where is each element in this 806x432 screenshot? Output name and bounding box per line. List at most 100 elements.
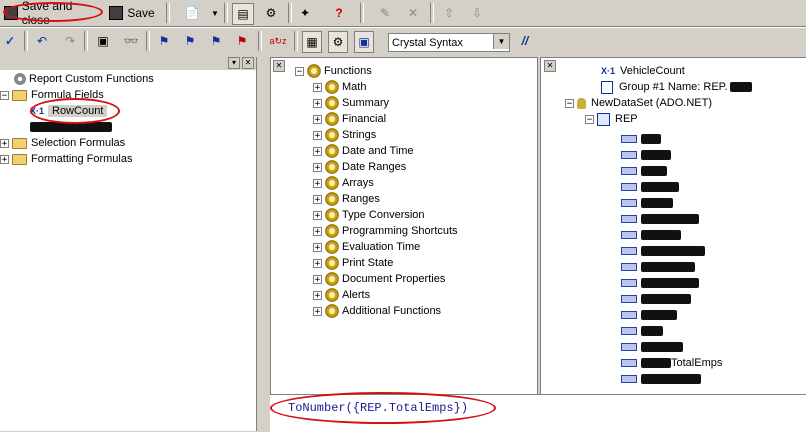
expand-icon[interactable]: + — [0, 138, 9, 148]
bookmark-next-icon[interactable]: ⚑ — [182, 31, 198, 51]
browse-data-icon[interactable]: ▣ — [94, 31, 112, 51]
tree-item-function-category[interactable]: + Date and Time — [313, 143, 414, 159]
tree-item-dataset[interactable]: − NewDataSet (ADO.NET) — [565, 95, 712, 111]
gear-icon — [325, 240, 339, 254]
expand-icon[interactable]: + — [313, 130, 322, 140]
expand-icon[interactable]: + — [313, 274, 322, 284]
save-and-close-button[interactable]: Save and close — [4, 0, 102, 27]
tree-item-function-category[interactable]: + Summary — [313, 95, 389, 111]
properties-icon[interactable]: ⚙ — [262, 3, 280, 23]
move-up-icon[interactable]: ⇧ — [440, 3, 458, 23]
tree-item-field[interactable] — [621, 291, 691, 307]
expand-icon[interactable]: + — [313, 290, 322, 300]
tree-item-formula-fields[interactable]: − Formula Fields — [0, 87, 104, 103]
tree-item-redacted[interactable] — [30, 119, 112, 135]
toolbar-separator — [294, 31, 298, 51]
expand-icon[interactable]: + — [313, 114, 322, 124]
panel-close-icon[interactable]: ✕ — [544, 60, 556, 72]
tree-item-functions-root[interactable]: − Functions — [295, 63, 372, 79]
tree-item-function-category[interactable]: + Alerts — [313, 287, 370, 303]
vertical-splitter[interactable] — [256, 57, 271, 431]
tree-item-field[interactable]: TotalEmps — [621, 355, 722, 371]
tree-item-group-name[interactable]: Group #1 Name: REP. — [601, 79, 752, 95]
tree-item-formatting-formulas[interactable]: + Formatting Formulas — [0, 151, 132, 167]
find-binoculars-icon[interactable]: 👓 — [122, 31, 140, 51]
bookmark-toggle-icon[interactable]: ⚑ — [156, 31, 172, 51]
operator-tree-icon[interactable]: ▣ — [354, 31, 374, 53]
comment-icon[interactable]: // — [516, 31, 534, 51]
collapse-icon[interactable]: − — [0, 90, 9, 100]
tree-item-selection-formulas[interactable]: + Selection Formulas — [0, 135, 125, 151]
expand-icon[interactable]: + — [313, 82, 322, 92]
expand-icon[interactable]: + — [313, 258, 322, 268]
expand-icon[interactable]: + — [313, 226, 322, 236]
save-button[interactable]: Save — [108, 3, 156, 23]
panel-close-icon[interactable]: ✕ — [273, 60, 285, 72]
collapse-icon[interactable]: − — [295, 66, 304, 76]
tree-item-function-category[interactable]: + Strings — [313, 127, 376, 143]
expand-icon[interactable]: + — [313, 306, 322, 316]
dropdown-arrow-icon[interactable]: ▼ — [210, 3, 220, 23]
tree-item-field[interactable] — [621, 195, 673, 211]
sort-az-icon[interactable]: a↻z — [268, 31, 288, 51]
tree-item-function-category[interactable]: + Financial — [313, 111, 386, 127]
expand-icon[interactable]: + — [313, 194, 322, 204]
tree-item-rowcount[interactable]: X·1 RowCount — [30, 103, 108, 119]
expand-icon[interactable]: + — [313, 146, 322, 156]
tree-item-function-category[interactable]: + Type Conversion — [313, 207, 425, 223]
chevron-down-icon[interactable]: ▼ — [493, 34, 509, 49]
tree-item-field[interactable] — [621, 275, 699, 291]
tree-item-function-category[interactable]: + Programming Shortcuts — [313, 223, 458, 239]
tree-item-field[interactable] — [621, 323, 663, 339]
check-formula-icon[interactable]: ✓ — [2, 31, 18, 51]
bookmark-prev-icon[interactable]: ⚑ — [208, 31, 224, 51]
expand-icon[interactable]: + — [0, 154, 9, 164]
tree-item-field[interactable] — [621, 131, 661, 147]
expand-icon[interactable]: + — [313, 210, 322, 220]
tree-item-field[interactable] — [621, 227, 681, 243]
tree-item-field[interactable] — [621, 307, 677, 323]
tree-item-vehiclecount[interactable]: X·1 VehicleCount — [601, 63, 685, 79]
collapse-icon[interactable]: − — [565, 98, 574, 108]
tree-item-field[interactable] — [621, 371, 701, 387]
help-icon[interactable]: ? — [330, 3, 348, 23]
tree-item-field[interactable] — [621, 211, 699, 227]
tree-item-function-category[interactable]: + Date Ranges — [313, 159, 406, 175]
move-down-icon[interactable]: ⇩ — [468, 3, 486, 23]
tree-item-function-category[interactable]: + Document Properties — [313, 271, 445, 287]
tree-item-function-category[interactable]: + Math — [313, 79, 366, 95]
new-document-icon[interactable]: 📄 — [184, 3, 200, 23]
tree-item-field[interactable] — [621, 339, 683, 355]
redo-icon[interactable]: ↷ — [62, 31, 78, 51]
tree-item-field[interactable] — [621, 259, 695, 275]
tree-item-field[interactable] — [621, 163, 667, 179]
delete-icon[interactable]: ✕ — [404, 3, 422, 23]
expand-icon[interactable]: + — [313, 242, 322, 252]
tree-item-field[interactable] — [621, 179, 679, 195]
rename-icon[interactable]: ✎ — [376, 3, 394, 23]
tree-item-field[interactable] — [621, 243, 705, 259]
function-tree-icon[interactable]: ⚙ — [328, 31, 348, 53]
panel-menu-icon[interactable]: ▾ — [228, 57, 240, 69]
expert-wand-icon[interactable]: ✦ — [296, 3, 314, 23]
panel-close-icon[interactable]: ✕ — [242, 57, 254, 69]
tree-item-rep-table[interactable]: − REP — [585, 111, 638, 127]
formula-code[interactable]: ToNumber({REP.TotalEmps}) — [288, 401, 468, 415]
undo-icon[interactable]: ↶ — [34, 31, 50, 51]
workshop-tree-icon[interactable]: ▤ — [232, 3, 254, 25]
tree-item-report-custom-functions[interactable]: Report Custom Functions — [14, 71, 154, 87]
collapse-icon[interactable]: − — [585, 114, 594, 124]
syntax-select[interactable]: Crystal Syntax ▼ — [388, 33, 510, 52]
expand-icon[interactable]: + — [313, 98, 322, 108]
expand-icon[interactable]: + — [313, 162, 322, 172]
tree-item-field[interactable] — [621, 147, 671, 163]
tree-item-function-category[interactable]: + Ranges — [313, 191, 380, 207]
formula-editor[interactable]: ToNumber({REP.TotalEmps}) — [270, 394, 806, 432]
tree-item-function-category[interactable]: + Arrays — [313, 175, 374, 191]
tree-item-function-category[interactable]: + Additional Functions — [313, 303, 441, 319]
tree-item-function-category[interactable]: + Evaluation Time — [313, 239, 420, 255]
field-tree-icon[interactable]: ▦ — [302, 31, 322, 53]
tree-item-function-category[interactable]: + Print State — [313, 255, 393, 271]
expand-icon[interactable]: + — [313, 178, 322, 188]
bookmark-clear-icon[interactable]: ⚑ — [234, 31, 250, 51]
